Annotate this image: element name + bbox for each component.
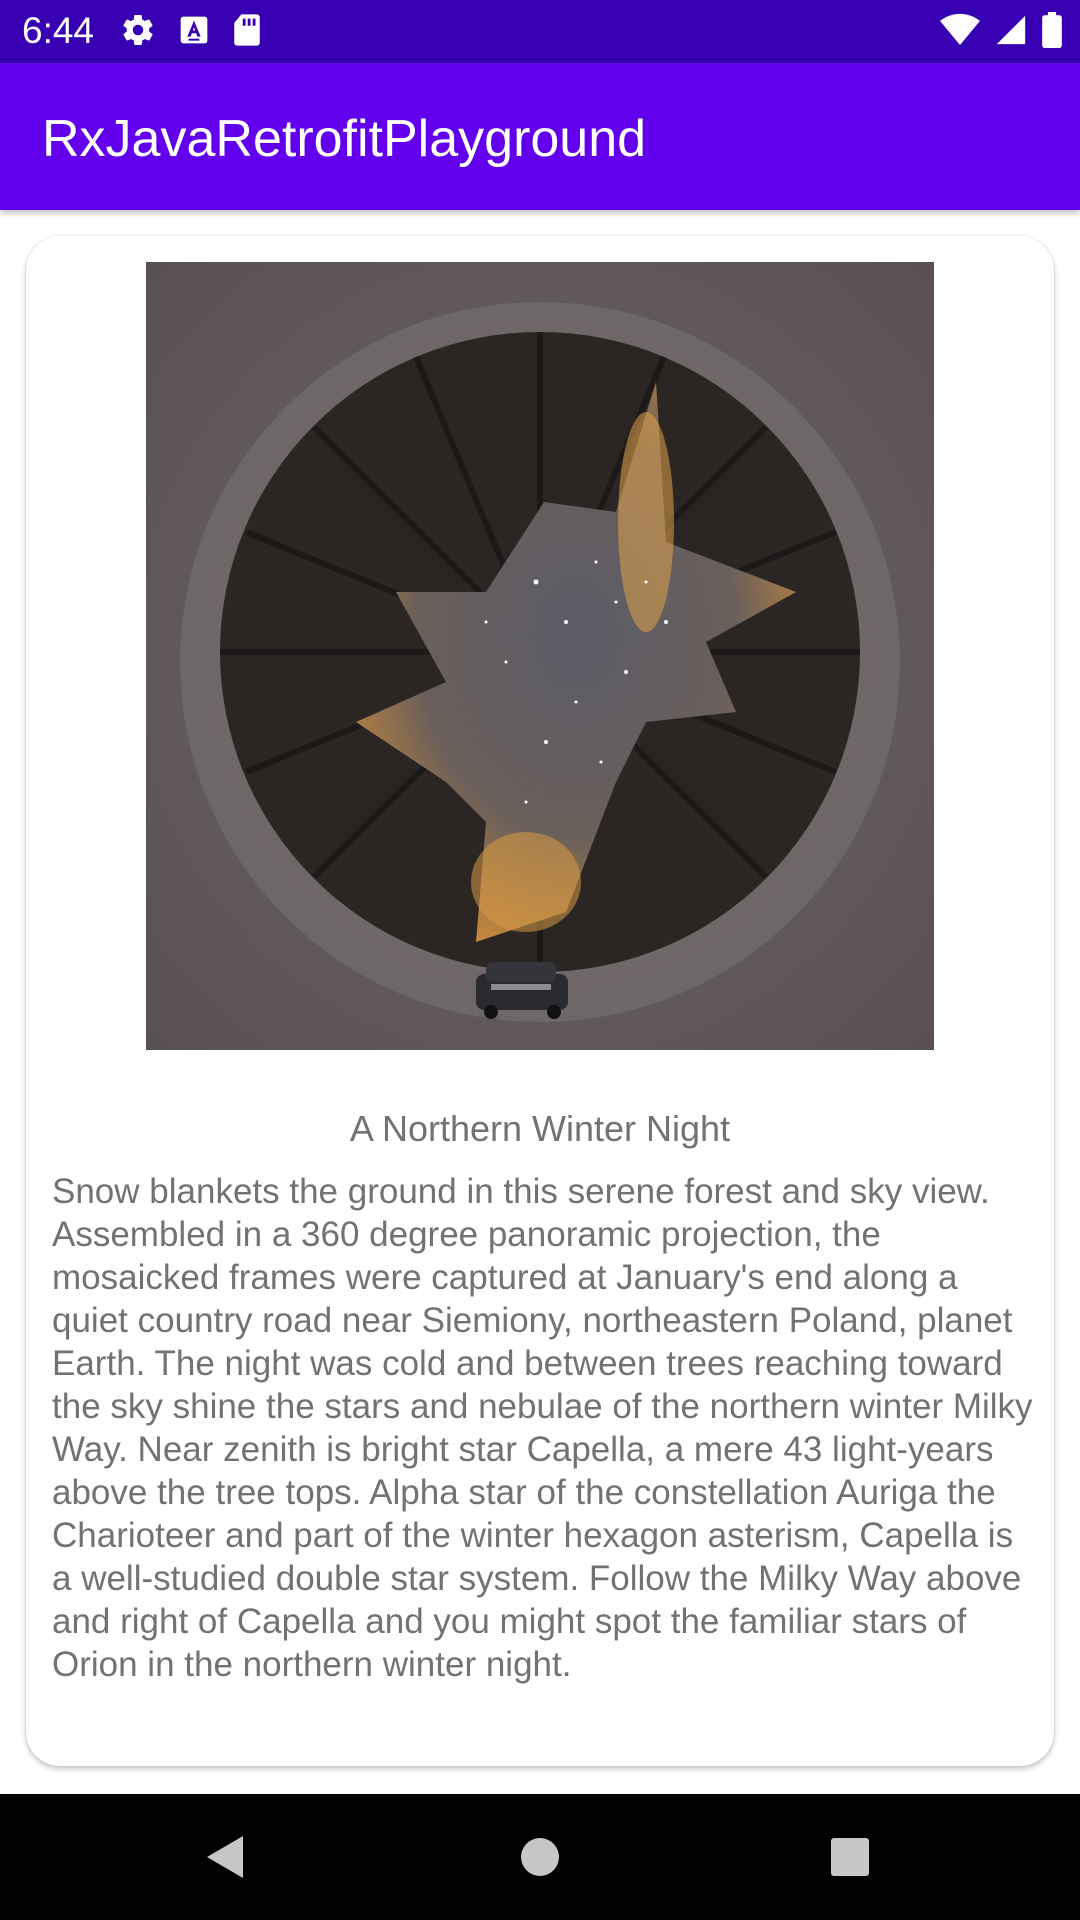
apod-card[interactable]: A Northern Winter Night Snow blankets th… xyxy=(26,236,1054,1766)
status-icons-right xyxy=(940,12,1062,53)
home-icon xyxy=(521,1838,559,1876)
app-bar: RxJavaRetrofitPlayground xyxy=(0,63,1080,210)
status-icons-left xyxy=(120,12,262,53)
app-title: RxJavaRetrofitPlayground xyxy=(42,110,647,168)
card-description: Snow blankets the ground in this serene … xyxy=(52,1172,1033,1684)
home-button[interactable] xyxy=(507,1824,573,1890)
recents-button[interactable] xyxy=(817,1824,883,1890)
cell-signal-icon xyxy=(994,13,1028,52)
back-icon xyxy=(207,1836,243,1878)
settings-icon xyxy=(120,12,156,53)
wifi-icon xyxy=(940,13,980,52)
back-button[interactable] xyxy=(192,1824,258,1890)
apod-photo-art xyxy=(146,262,934,1050)
card-title: A Northern Winter Night xyxy=(349,1108,731,1149)
apod-photo xyxy=(146,262,934,1050)
sd-card-icon xyxy=(232,13,262,52)
navigation-bar xyxy=(0,1794,1080,1920)
recents-icon xyxy=(831,1838,869,1876)
status-time: 6:44 xyxy=(22,10,95,51)
status-bar: 6:44 xyxy=(0,0,1080,63)
text-a-icon xyxy=(178,14,210,51)
battery-icon xyxy=(1042,12,1062,53)
